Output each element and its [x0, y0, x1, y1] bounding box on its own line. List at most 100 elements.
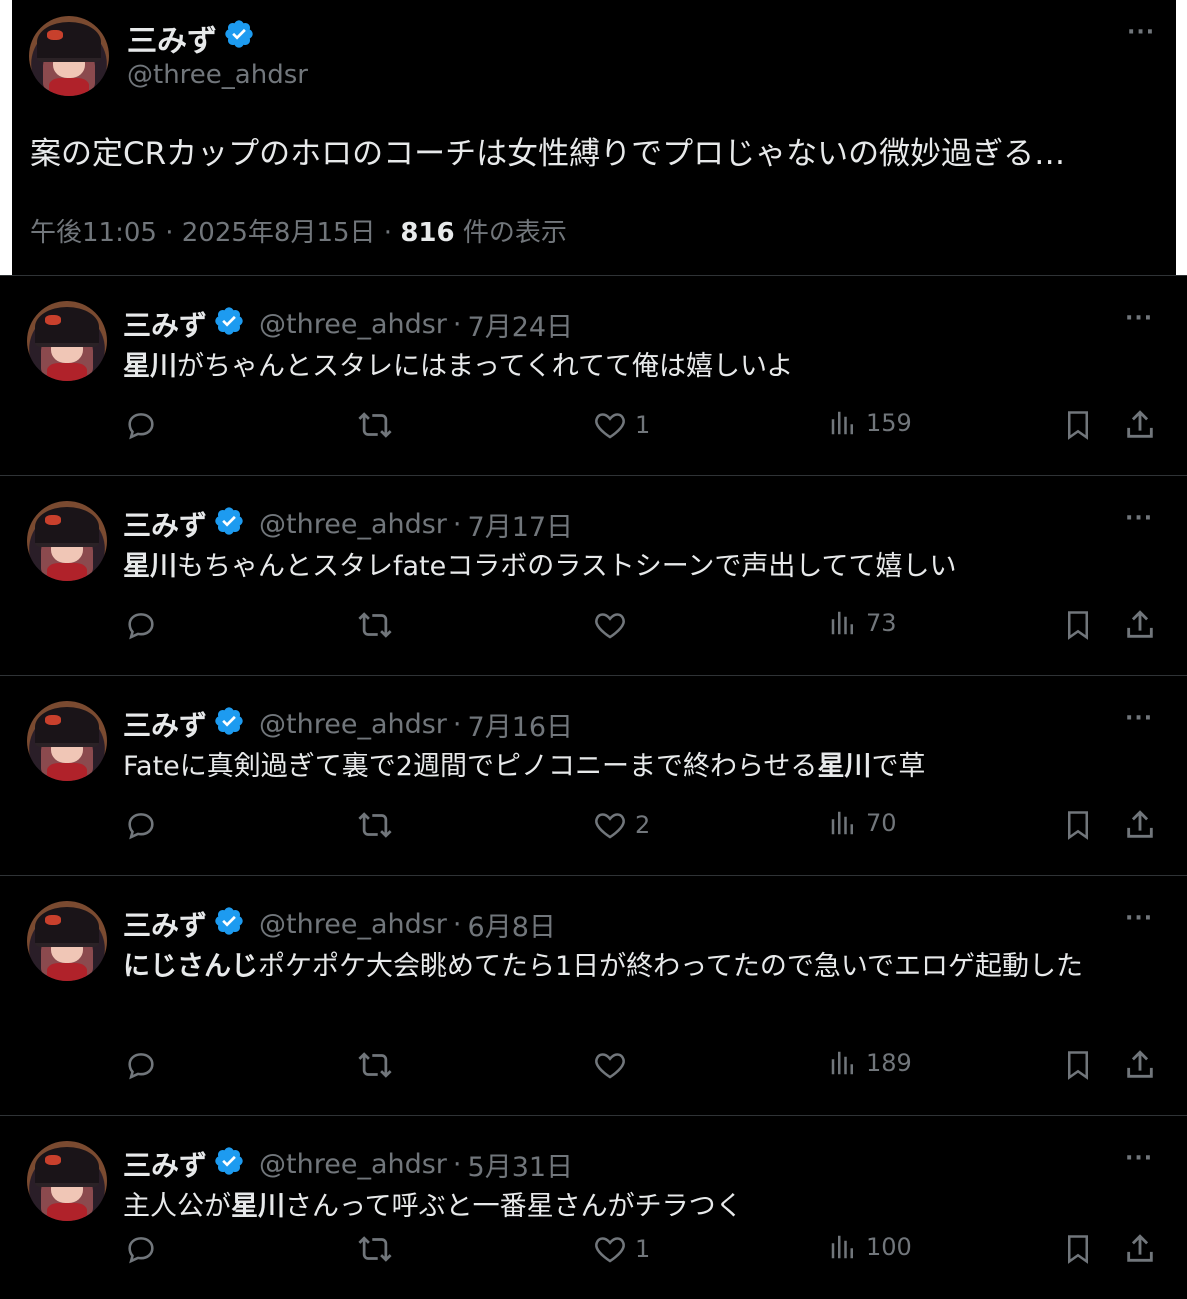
share-button[interactable]: [1123, 408, 1157, 442]
action-bar: 1 100: [0, 1232, 1187, 1272]
heart-icon: [593, 408, 627, 442]
share-icon: [1123, 1232, 1157, 1266]
bookmark-button[interactable]: [1063, 808, 1093, 842]
tweet-text: 星川もちゃんとスタレfateコラボのラストシーンで声出してて嬉しい: [123, 546, 1153, 587]
avatar[interactable]: [29, 16, 109, 96]
share-icon: [1123, 408, 1157, 442]
bookmark-icon: [1063, 1048, 1093, 1082]
author-row: 三みず: [127, 16, 255, 60]
handle[interactable]: @three_ahdsr: [259, 509, 447, 540]
share-icon: [1123, 1048, 1157, 1082]
avatar[interactable]: [27, 301, 107, 381]
display-name[interactable]: 三みず: [123, 704, 207, 744]
reply-button[interactable]: [124, 808, 158, 842]
tweet-date[interactable]: 6月8日: [468, 905, 556, 944]
retweet-button[interactable]: [356, 1048, 394, 1082]
display-name[interactable]: 三みず: [123, 1144, 207, 1184]
views-icon: [828, 1048, 858, 1078]
more-options-icon[interactable]: ···: [1127, 20, 1155, 45]
tweet-item[interactable]: 三みず @three_ahdsr · 6月8日 ··· にじさんじポケポケ大会眺…: [0, 875, 1187, 1115]
bookmark-button[interactable]: [1063, 1232, 1093, 1266]
tweet-date[interactable]: 7月16日: [468, 705, 574, 744]
text-rest: もちゃんとスタレfateコラボのラストシーンで声出してて嬉しい: [177, 551, 957, 582]
tweet-text: 星川がちゃんとスタレにはまってくれてて俺は嬉しいよ: [123, 346, 1153, 387]
reply-button[interactable]: [124, 608, 158, 642]
handle[interactable]: @three_ahdsr: [259, 1149, 447, 1180]
avatar[interactable]: [27, 1141, 107, 1221]
tweet-item[interactable]: 三みず @three_ahdsr · 7月24日 ··· 星川がちゃんとスタレに…: [0, 275, 1187, 475]
tweet-item[interactable]: 三みず @three_ahdsr · 7月16日 ··· Fateに真剣過ぎて裏…: [0, 675, 1187, 875]
reply-button[interactable]: [124, 408, 158, 442]
retweet-button[interactable]: [356, 1232, 394, 1266]
views-button[interactable]: 73: [828, 608, 897, 638]
share-button[interactable]: [1123, 1048, 1157, 1082]
like-button[interactable]: 2: [593, 808, 650, 842]
bookmark-icon: [1063, 1232, 1093, 1266]
more-options-icon[interactable]: ···: [1125, 706, 1153, 731]
tweet-item[interactable]: 三みず @three_ahdsr · 5月31日 ··· 主人公が星川さんって呼…: [0, 1115, 1187, 1299]
like-button[interactable]: 1: [593, 408, 650, 442]
reply-button[interactable]: [124, 1048, 158, 1082]
tweet-date[interactable]: 5月31日: [468, 1145, 574, 1184]
handle[interactable]: @three_ahdsr: [259, 709, 447, 740]
reply-icon: [124, 1048, 158, 1082]
retweet-icon: [356, 608, 394, 642]
action-bar: 189: [0, 1048, 1187, 1088]
share-button[interactable]: [1123, 1232, 1157, 1266]
retweet-button[interactable]: [356, 408, 394, 442]
views-button[interactable]: 159: [828, 408, 912, 438]
like-button[interactable]: 1: [593, 1232, 650, 1266]
avatar[interactable]: [27, 501, 107, 581]
text-rest: で草: [871, 751, 926, 782]
views-icon: [828, 608, 858, 638]
avatar[interactable]: [27, 901, 107, 981]
tweet-date[interactable]: 7月24日: [468, 305, 574, 344]
avatar[interactable]: [27, 701, 107, 781]
handle[interactable]: @three_ahdsr: [127, 60, 308, 90]
views-button[interactable]: 70: [828, 808, 897, 838]
display-name[interactable]: 三みず: [127, 16, 217, 60]
bookmark-button[interactable]: [1063, 1048, 1093, 1082]
more-options-icon[interactable]: ···: [1125, 306, 1153, 331]
reply-button[interactable]: [124, 1232, 158, 1266]
views-button[interactable]: 100: [828, 1232, 912, 1262]
bookmark-button[interactable]: [1063, 608, 1093, 642]
more-options-icon[interactable]: ···: [1125, 506, 1153, 531]
display-name[interactable]: 三みず: [123, 304, 207, 344]
share-button[interactable]: [1123, 808, 1157, 842]
share-button[interactable]: [1123, 608, 1157, 642]
heart-icon: [593, 1048, 627, 1082]
tweet-item[interactable]: 三みず @three_ahdsr · 7月17日 ··· 星川もちゃんとスタレf…: [0, 475, 1187, 675]
views-button[interactable]: 189: [828, 1048, 912, 1078]
display-name[interactable]: 三みず: [123, 904, 207, 944]
tweet-time[interactable]: 午後11:05: [30, 218, 157, 248]
bookmark-button[interactable]: [1063, 408, 1093, 442]
bookmark-icon: [1063, 608, 1093, 642]
views-label: 件の表示: [462, 218, 567, 248]
views-icon: [828, 1232, 858, 1262]
separator-dot: ·: [452, 308, 462, 340]
retweet-button[interactable]: [356, 608, 394, 642]
verified-badge-icon: [213, 1145, 245, 1184]
tweet-date[interactable]: 2025年8月15日: [182, 218, 376, 248]
share-icon: [1123, 808, 1157, 842]
retweet-button[interactable]: [356, 808, 394, 842]
more-options-icon[interactable]: ···: [1125, 906, 1153, 931]
separator-dot: ·: [452, 1148, 462, 1180]
tweet-date[interactable]: 7月17日: [468, 505, 574, 544]
handle[interactable]: @three_ahdsr: [259, 909, 447, 940]
reply-icon: [124, 808, 158, 842]
retweet-icon: [356, 1048, 394, 1082]
like-count: 1: [635, 411, 651, 439]
like-button[interactable]: [593, 608, 635, 642]
display-name[interactable]: 三みず: [123, 504, 207, 544]
retweet-icon: [356, 408, 394, 442]
main-tweet: 三みず @three_ahdsr ··· 案の定CRカップのホロのコーチは女性縛…: [12, 0, 1176, 275]
more-options-icon[interactable]: ···: [1125, 1146, 1153, 1171]
like-button[interactable]: [593, 1048, 635, 1082]
handle[interactable]: @three_ahdsr: [259, 309, 447, 340]
bookmark-icon: [1063, 808, 1093, 842]
text-pre: 主人公が: [123, 1191, 231, 1222]
author-row: 三みず @three_ahdsr · 7月24日: [123, 304, 573, 344]
separator-dot: ·: [452, 708, 462, 740]
